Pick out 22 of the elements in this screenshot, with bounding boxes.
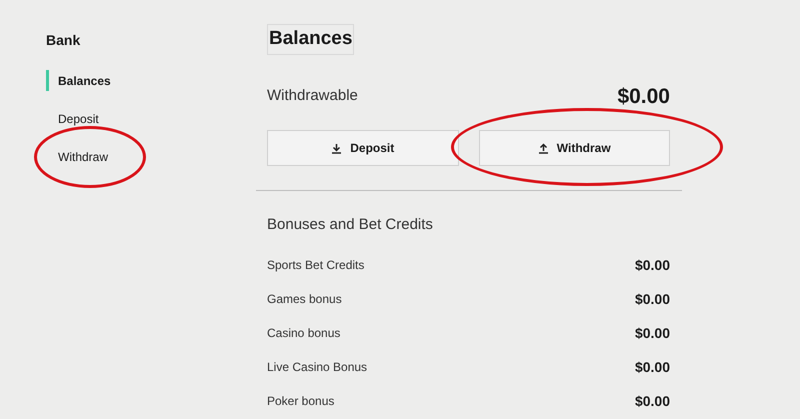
bonus-label: Poker bonus <box>267 393 334 410</box>
bonus-amount: $0.00 <box>634 392 670 410</box>
bonus-label: Games bonus <box>267 291 342 308</box>
sidebar-item[interactable]: Withdraw <box>46 146 108 167</box>
download-icon <box>331 142 342 154</box>
page-title: Balances <box>267 24 354 54</box>
sidebar-item[interactable]: Deposit <box>46 108 99 129</box>
bonus-amount: $0.00 <box>634 324 670 342</box>
bonus-amount: $0.00 <box>634 256 670 274</box>
bonus-label: Casino bonus <box>267 325 340 342</box>
upload-icon <box>538 142 549 154</box>
sidebar-item[interactable]: Balances <box>46 70 111 91</box>
deposit-button[interactable]: Deposit <box>267 130 458 166</box>
balance-amount: $0.00 <box>617 84 670 110</box>
bonus-amount: $0.00 <box>634 358 670 376</box>
bonus-amount: $0.00 <box>634 290 670 308</box>
section-title: Bonuses and Bet Credits <box>266 215 434 235</box>
balance-label: Withdrawable <box>267 86 358 106</box>
bonus-label: Live Casino Bonus <box>267 359 368 376</box>
bonus-label: Sports Bet Credits <box>267 257 364 274</box>
sidebar-title: Bank <box>46 31 82 48</box>
withdraw-button[interactable]: Withdraw <box>478 130 670 166</box>
